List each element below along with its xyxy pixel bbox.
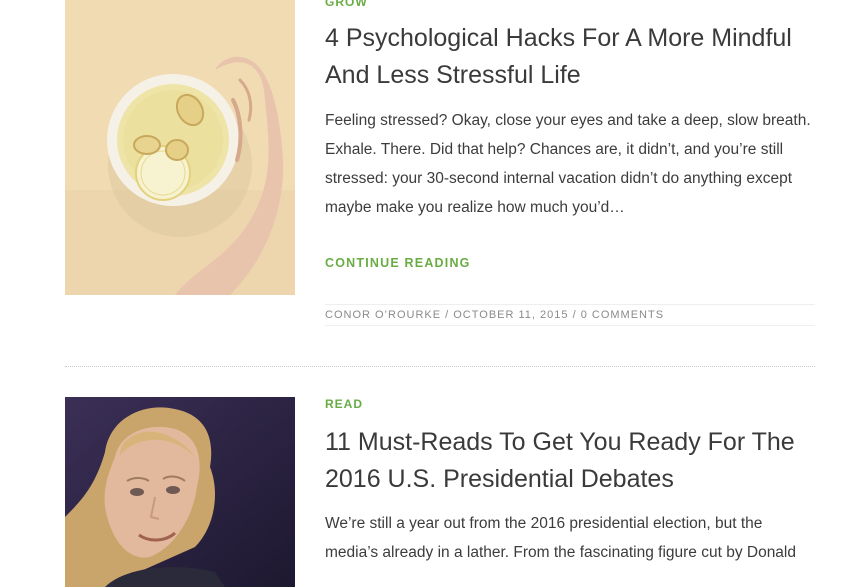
meta-separator: / [572,309,577,321]
post-author-link[interactable]: CONOR O’ROURKE [325,305,441,325]
excerpt-line: stressed: your 30-second internal vacati… [325,170,793,187]
post-comments-link[interactable]: 0 COMMENTS [581,305,664,325]
post-meta: CONOR O’ROURKE / OCTOBER 11, 2015 / 0 CO… [325,304,815,326]
meta-separator: / [445,309,450,321]
post-date-link[interactable]: OCTOBER 11, 2015 [453,305,568,325]
post-thumbnail-tea-cup[interactable] [65,0,295,295]
post-title-link[interactable]: 11 Must-Reads To Get You Ready For The 2… [325,424,815,498]
post-excerpt: Feeling stressed? Okay, close your eyes … [325,106,825,222]
post-excerpt: We’re still a year out from the 2016 pre… [325,509,825,567]
post-title-line[interactable]: 4 Psychological Hacks For A More Mindful [325,24,792,52]
post-category-link[interactable]: READ [325,397,363,411]
excerpt-line: Exhale. There. Did that help? Chances ar… [325,141,784,158]
post-divider [65,366,815,367]
excerpt-line: maybe make you realize how much you’d… [325,199,625,216]
continue-reading-link[interactable]: CONTINUE READING [325,256,471,270]
post-thumbnail-portrait[interactable] [65,397,295,587]
excerpt-line: We’re still a year out from the 2016 pre… [325,515,763,532]
post-title-line[interactable]: 2016 U.S. Presidential Debates [325,465,674,493]
post-title-link[interactable]: 4 Psychological Hacks For A More Mindful… [325,20,815,94]
excerpt-line: media’s already in a lather. From the fa… [325,544,796,561]
excerpt-line: Feeling stressed? Okay, close your eyes … [325,112,811,129]
post-title-line[interactable]: And Less Stressful Life [325,61,581,89]
post-title-line[interactable]: 11 Must-Reads To Get You Ready For The [325,428,795,456]
post-category-link[interactable]: GROW [325,0,368,9]
